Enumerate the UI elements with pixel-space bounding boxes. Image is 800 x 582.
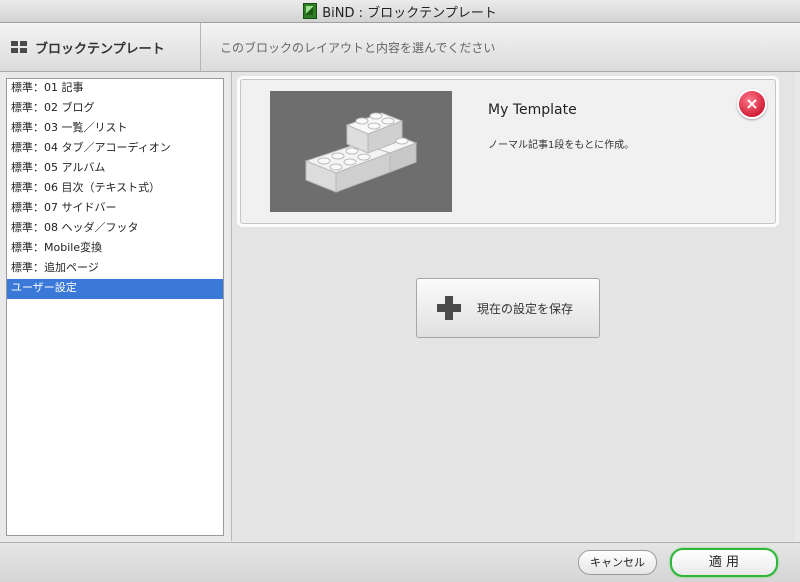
template-list-item[interactable]: 標準：03 一覧／リスト [7,119,223,139]
template-list-item[interactable]: 標準：07 サイドバー [7,199,223,219]
template-list[interactable]: 標準：01 記事 標準：02 ブログ 標準：03 一覧／リスト 標準：04 タブ… [6,78,224,536]
plus-icon [437,296,461,320]
template-list-item[interactable]: 標準：08 ヘッダ／フッタ [7,219,223,239]
template-description: ノーマル記事1段をもとに作成。 [488,140,635,151]
template-list-item[interactable]: 標準：04 タブ／アコーディオン [7,139,223,159]
template-list-item[interactable]: 標準：Mobile変換 [7,239,223,259]
bind-app-icon [303,3,318,19]
header-description: このブロックのレイアウトと内容を選んでください [220,40,496,55]
save-button-label: 現在の設定を保存 [477,301,574,316]
template-thumbnail [270,91,452,212]
window-titlebar: BiND : ブロックテンプレート [0,0,800,23]
header-title-area: ブロックテンプレート [0,23,201,71]
template-card[interactable]: My Template ノーマル記事1段をもとに作成。 × [240,79,776,224]
template-list-item[interactable]: 標準：01 記事 [7,79,223,99]
cancel-button[interactable]: キャンセル [578,550,657,575]
template-name: My Template [488,102,577,118]
apply-button[interactable]: 適 用 [670,548,778,577]
template-list-item-selected[interactable]: ユーザー設定 [7,279,223,299]
header-title: ブロックテンプレート [35,41,165,57]
window-title: BiND : ブロックテンプレート [322,5,497,21]
save-current-settings-button[interactable]: 現在の設定を保存 [416,278,600,338]
template-list-item[interactable]: 標準：05 アルバム [7,159,223,179]
grid-icon [11,41,27,53]
template-list-item[interactable]: 標準：追加ページ [7,259,223,279]
template-list-item[interactable]: 標準：06 目次（テキスト式） [7,179,223,199]
dialog-footer: キャンセル 適 用 [0,542,800,582]
close-icon[interactable]: × [737,89,767,119]
template-list-item[interactable]: 標準：02 ブログ [7,99,223,119]
dialog-header: ブロックテンプレート このブロックのレイアウトと内容を選んでください [0,23,800,72]
